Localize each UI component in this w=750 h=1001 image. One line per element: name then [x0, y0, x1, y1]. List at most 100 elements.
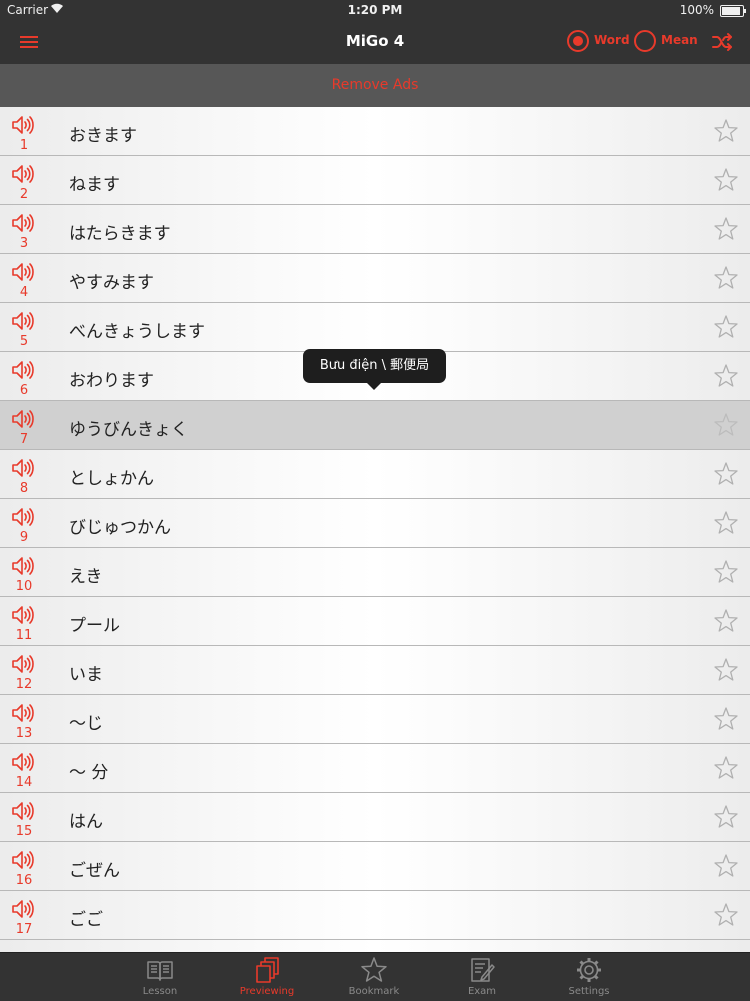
- word-list: 1 おきます 2 ねます 3 はたらきます 4 やすみます 5 べんきょうします 6 おわります 7 ゆう…: [0, 107, 750, 952]
- tab-exam[interactable]: Exam: [432, 953, 532, 1001]
- translation-tooltip: Bưu điện \ 郵便局: [303, 349, 446, 390]
- tab-lesson[interactable]: Lesson: [110, 953, 210, 1001]
- speaker-icon[interactable]: [11, 408, 35, 430]
- bookmark-star-icon[interactable]: [713, 363, 739, 389]
- vocab-word: ゆうびんきょく: [69, 420, 188, 440]
- status-bar: Carrier 1:20 PM 100%: [0, 0, 750, 20]
- speaker-icon[interactable]: [11, 898, 35, 920]
- speaker-icon[interactable]: [11, 506, 35, 528]
- vocab-word: やすみます: [69, 273, 154, 293]
- word-option[interactable]: Word: [567, 30, 630, 54]
- list-item[interactable]: 4 やすみます: [0, 254, 750, 303]
- bookmark-star-icon[interactable]: [713, 853, 739, 879]
- list-item[interactable]: 5 べんきょうします: [0, 303, 750, 352]
- list-item[interactable]: 12 いま: [0, 646, 750, 695]
- mean-radio[interactable]: [634, 30, 656, 52]
- list-item[interactable]: 2 ねます: [0, 156, 750, 205]
- list-item[interactable]: 14 ～ 分: [0, 744, 750, 793]
- vocab-word: べんきょうします: [69, 322, 205, 342]
- tab-label: Bookmark: [348, 986, 400, 997]
- tab-previewing[interactable]: Previewing: [217, 953, 317, 1001]
- word-label: Word: [594, 33, 630, 47]
- tab-settings[interactable]: Settings: [539, 953, 639, 1001]
- item-number: 1: [19, 138, 29, 153]
- mean-label: Mean: [661, 33, 698, 47]
- speaker-icon[interactable]: [11, 653, 35, 675]
- bookmark-star-icon[interactable]: [713, 657, 739, 683]
- vocab-word: はたらきます: [69, 224, 171, 244]
- speaker-icon[interactable]: [11, 702, 35, 724]
- bookmark-star-icon[interactable]: [713, 755, 739, 781]
- vocab-word: としょかん: [69, 469, 154, 489]
- speaker-icon[interactable]: [11, 751, 35, 773]
- status-time: 1:20 PM: [347, 3, 403, 17]
- list-item[interactable]: 1 おきます: [0, 107, 750, 156]
- bookmark-star-icon[interactable]: [713, 412, 739, 438]
- item-number: 7: [19, 432, 29, 447]
- gear-icon: [575, 956, 603, 984]
- list-item[interactable]: 7 ゆうびんきょく: [0, 401, 750, 450]
- list-item[interactable]: 10 えき: [0, 548, 750, 597]
- speaker-icon[interactable]: [11, 163, 35, 185]
- list-item[interactable]: 16 ごぜん: [0, 842, 750, 891]
- bookmark-star-icon[interactable]: [713, 265, 739, 291]
- item-number: 9: [19, 530, 29, 545]
- tab-bookmark[interactable]: Bookmark: [324, 953, 424, 1001]
- item-number: 15: [15, 824, 33, 839]
- bookmark-star-icon[interactable]: [713, 461, 739, 487]
- speaker-icon[interactable]: [11, 849, 35, 871]
- bookmark-star-icon[interactable]: [713, 118, 739, 144]
- bookmark-star-icon[interactable]: [713, 706, 739, 732]
- list-item[interactable]: 9 びじゅつかん: [0, 499, 750, 548]
- vocab-word: ～じ: [69, 714, 103, 734]
- vocab-word: ～ 分: [69, 763, 109, 783]
- item-number: 17: [15, 922, 33, 937]
- word-radio[interactable]: [567, 30, 589, 52]
- vocab-word: はん: [69, 812, 103, 832]
- speaker-icon[interactable]: [11, 555, 35, 577]
- tab-label: Previewing: [239, 986, 295, 997]
- shuffle-icon[interactable]: [710, 30, 734, 54]
- bookmark-star-icon[interactable]: [713, 559, 739, 585]
- speaker-icon[interactable]: [11, 800, 35, 822]
- list-item[interactable]: 17 ごご: [0, 891, 750, 940]
- nav-bar: MiGo 4 Word Mean: [0, 20, 750, 64]
- remove-ads-button[interactable]: Remove Ads: [0, 64, 750, 107]
- bookmark-star-icon[interactable]: [713, 216, 739, 242]
- speaker-icon[interactable]: [11, 310, 35, 332]
- speaker-icon[interactable]: [11, 114, 35, 136]
- speaker-icon[interactable]: [11, 261, 35, 283]
- tab-label: Settings: [568, 986, 610, 997]
- vocab-word: いま: [69, 665, 103, 685]
- tab-label: Exam: [467, 986, 497, 997]
- list-item[interactable]: 3 はたらきます: [0, 205, 750, 254]
- tab-label: Lesson: [142, 986, 178, 997]
- bookmark-star-icon[interactable]: [713, 314, 739, 340]
- list-item[interactable]: 15 はん: [0, 793, 750, 842]
- list-item[interactable]: 8 としょかん: [0, 450, 750, 499]
- tab-bar: Lesson Previewing Bookmark Exam Settings: [0, 952, 750, 1001]
- mean-option[interactable]: Mean: [634, 30, 698, 54]
- bookmark-star-icon[interactable]: [713, 167, 739, 193]
- item-number: 4: [19, 285, 29, 300]
- speaker-icon[interactable]: [11, 359, 35, 381]
- speaker-icon[interactable]: [11, 212, 35, 234]
- bookmark-star-icon[interactable]: [713, 608, 739, 634]
- list-item[interactable]: 13 ～じ: [0, 695, 750, 744]
- vocab-word: びじゅつかん: [69, 518, 171, 538]
- cards-icon: [253, 956, 281, 984]
- exam-icon: [468, 956, 496, 984]
- speaker-icon[interactable]: [11, 604, 35, 626]
- bookmark-star-icon[interactable]: [713, 902, 739, 928]
- bookmark-star-icon[interactable]: [713, 510, 739, 536]
- item-number: 6: [19, 383, 29, 398]
- list-item[interactable]: 11 プール: [0, 597, 750, 646]
- speaker-icon[interactable]: [11, 457, 35, 479]
- vocab-word: おきます: [69, 126, 137, 146]
- battery-fill: [722, 7, 740, 15]
- vocab-word: おわります: [69, 371, 154, 391]
- item-number: 11: [15, 628, 33, 643]
- item-number: 13: [15, 726, 33, 741]
- item-number: 8: [19, 481, 29, 496]
- bookmark-star-icon[interactable]: [713, 804, 739, 830]
